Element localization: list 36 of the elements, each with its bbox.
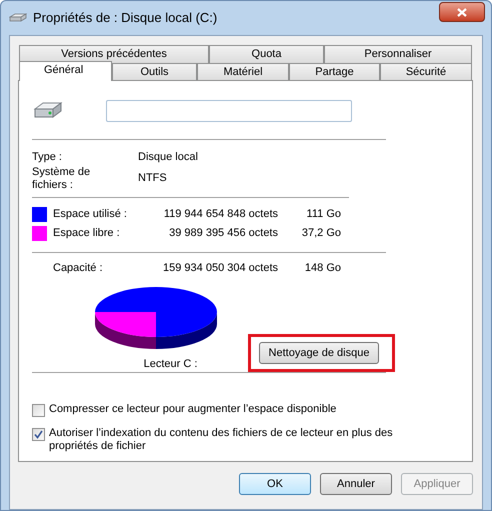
tab[interactable]: Quota (209, 45, 324, 63)
drive-name-field[interactable] (106, 100, 352, 122)
option-label[interactable]: Autoriser l’indexation du contenu des fichiers de ce lecteur en plus des propriétés de fichier (49, 427, 409, 453)
space-bytes: 39 989 395 456 octets (168, 226, 278, 242)
dialog-button[interactable]: Annuler (320, 473, 392, 495)
dialog-button[interactable]: OK (239, 473, 311, 495)
capacity-bytes: 159 934 050 304 octets (162, 261, 278, 276)
info-label: Système de fichiers : (32, 166, 92, 192)
checkbox[interactable] (32, 428, 45, 441)
space-size: 111 Go (306, 207, 341, 222)
drive-icon (9, 13, 27, 23)
window-title: Propriétés de : Disque local (C:) (33, 9, 218, 28)
check-icon (34, 430, 43, 439)
checkbox[interactable] (32, 404, 45, 417)
space-label: Espace libre : (53, 226, 121, 242)
tab[interactable]: Versions précédentes (19, 45, 209, 63)
space-label: Espace utilisé : (53, 207, 128, 222)
close-button[interactable] (439, 2, 485, 22)
tab[interactable]: Sécurité (380, 63, 472, 81)
close-icon (457, 8, 467, 16)
space-bytes: 119 944 654 848 octets (162, 207, 278, 222)
capacity-size: 148 Go (304, 261, 341, 276)
tab[interactable]: Matériel (197, 63, 289, 81)
tab[interactable]: Outils (112, 63, 197, 81)
info-value: Disque local (138, 150, 198, 165)
drive-label: Lecteur C : (144, 356, 198, 372)
tab[interactable]: Partage (289, 63, 380, 81)
option-label[interactable]: Compresser ce lecteur pour augmenter l’espace disponible (49, 403, 409, 416)
hard-drive-icon (33, 101, 63, 121)
capacity-label: Capacité : (53, 261, 104, 276)
tab[interactable]: Général (19, 61, 112, 81)
tab[interactable]: Personnaliser (324, 45, 472, 63)
space-size: 37,2 Go (300, 226, 341, 242)
info-value: NTFS (138, 171, 167, 186)
cleanup-button[interactable]: Nettoyage de disque (259, 342, 379, 364)
info-label: Type : (32, 150, 63, 165)
